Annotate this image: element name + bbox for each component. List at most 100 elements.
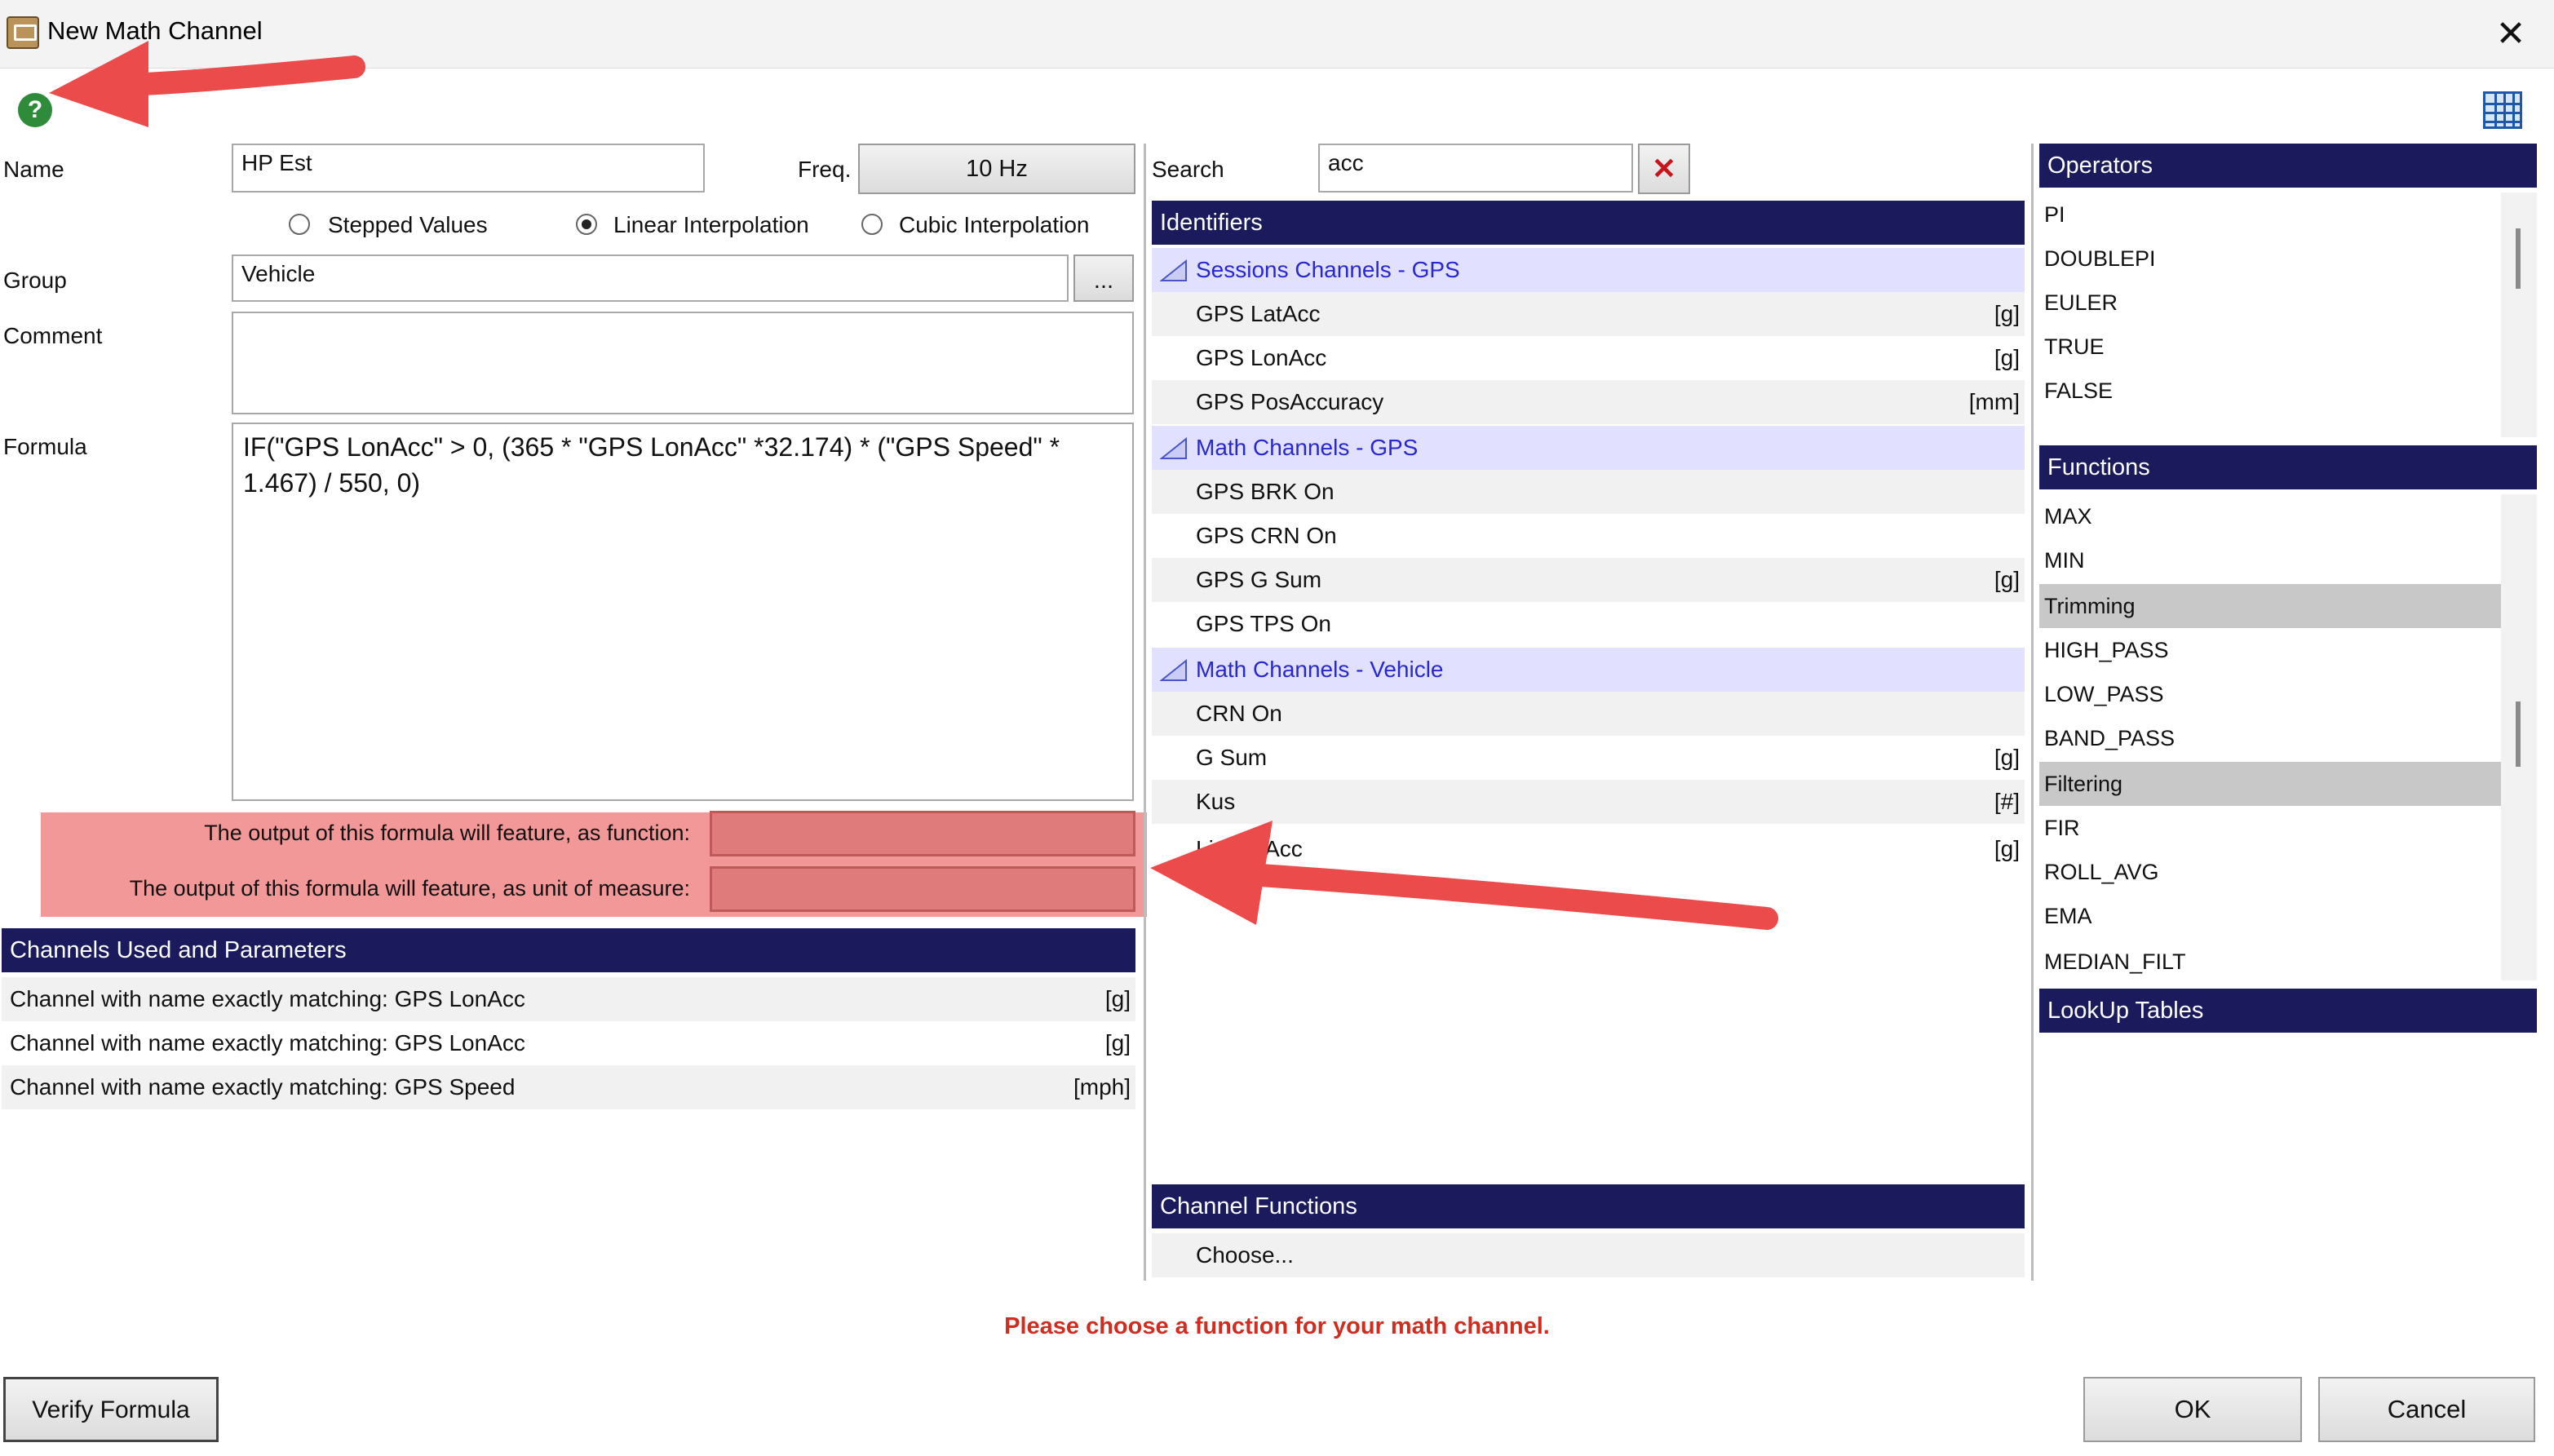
group-label: Group bbox=[3, 268, 67, 293]
operator-item[interactable]: DOUBLEPI bbox=[2039, 237, 2501, 281]
close-icon[interactable]: ✕ bbox=[2486, 11, 2535, 57]
identifier-unit: [#] bbox=[1994, 789, 2020, 814]
linear-interpolation-radio[interactable] bbox=[576, 214, 597, 235]
formula-field[interactable]: IF("GPS LonAcc" > 0, (365 * "GPS LonAcc"… bbox=[232, 423, 1134, 801]
function-item[interactable]: MAX bbox=[2039, 494, 2501, 538]
channels-used-row: Channel with name exactly matching: GPS … bbox=[2, 1065, 1135, 1109]
identifier-item[interactable]: GPS TPS On bbox=[1152, 602, 2025, 646]
divider bbox=[2031, 144, 2034, 1281]
function-item[interactable]: MIN bbox=[2039, 538, 2501, 582]
operator-item[interactable]: PI bbox=[2039, 193, 2501, 237]
freq-button[interactable]: 10 Hz bbox=[858, 144, 1135, 194]
divider bbox=[1144, 144, 1146, 1281]
stepped-values-label: Stepped Values bbox=[328, 212, 488, 237]
cancel-button[interactable]: Cancel bbox=[2318, 1377, 2535, 1442]
operators-scroll-thumb[interactable] bbox=[2516, 228, 2521, 289]
ok-button[interactable]: OK bbox=[2083, 1377, 2302, 1442]
identifier-label: GPS TPS On bbox=[1196, 611, 1331, 636]
cubic-interpolation-radio[interactable] bbox=[861, 214, 883, 235]
identifier-item[interactable]: GPS LatAcc [g] bbox=[1152, 292, 2025, 336]
identifier-item[interactable]: G Sum [g] bbox=[1152, 736, 2025, 780]
search-input[interactable]: acc bbox=[1318, 144, 1633, 193]
function-item[interactable]: HIGH_PASS bbox=[2039, 628, 2501, 672]
function-category[interactable]: Trimming bbox=[2039, 584, 2501, 628]
operator-item[interactable]: FALSE bbox=[2039, 369, 2501, 413]
status-message: Please choose a function for your math c… bbox=[1004, 1313, 1550, 1339]
identifier-label: GPS LonAcc bbox=[1196, 345, 1327, 370]
verify-formula-button[interactable]: Verify Formula bbox=[3, 1377, 219, 1442]
function-item[interactable]: ROLL_AVG bbox=[2039, 850, 2501, 894]
function-item[interactable]: LOW_PASS bbox=[2039, 672, 2501, 716]
identifier-item[interactable]: GPS LonAcc [g] bbox=[1152, 336, 2025, 380]
channels-used-unit: [g] bbox=[1104, 986, 1131, 1011]
comment-field[interactable] bbox=[232, 312, 1134, 414]
function-category[interactable]: Filtering bbox=[2039, 762, 2501, 806]
channels-used-text: Channel with name exactly matching: GPS … bbox=[10, 1030, 525, 1055]
identifier-item[interactable]: CRN On bbox=[1152, 692, 2025, 736]
functions-scroll-thumb[interactable] bbox=[2516, 701, 2521, 767]
identifier-item[interactable]: GPS CRN On bbox=[1152, 514, 2025, 558]
table-grid-icon[interactable] bbox=[2483, 91, 2522, 129]
identifier-unit: [g] bbox=[1994, 301, 2020, 326]
lookup-tables-header[interactable]: LookUp Tables bbox=[2039, 989, 2537, 1033]
identifier-unit: [g] bbox=[1994, 745, 2020, 770]
output-function-label: The output of this formula will feature,… bbox=[204, 821, 690, 845]
title-bar bbox=[0, 0, 2554, 69]
function-item[interactable]: EMA bbox=[2039, 894, 2501, 938]
function-item[interactable]: BAND_PASS bbox=[2039, 716, 2501, 760]
identifier-group-label: Math Channels - GPS bbox=[1196, 435, 1419, 460]
group-browse-button[interactable]: ... bbox=[1073, 254, 1134, 302]
help-icon[interactable]: ? bbox=[18, 93, 52, 127]
channels-used-text: Channel with name exactly matching: GPS … bbox=[10, 986, 525, 1011]
identifier-label: GPS LatAcc bbox=[1196, 301, 1321, 326]
stepped-values-radio[interactable] bbox=[289, 214, 310, 235]
function-item[interactable]: MEDIAN_FILT bbox=[2039, 940, 2501, 984]
channels-used-unit: [g] bbox=[1104, 1030, 1131, 1055]
identifier-label: GPS BRK On bbox=[1196, 479, 1335, 504]
identifier-item[interactable]: Kus [#] bbox=[1152, 780, 2025, 824]
identifier-item[interactable]: GPS PosAccuracy [mm] bbox=[1152, 380, 2025, 424]
identifier-group[interactable]: Sessions Channels - GPS bbox=[1152, 248, 2025, 292]
channel-functions-choose[interactable]: Choose... bbox=[1152, 1233, 2025, 1277]
identifier-item[interactable]: GPS BRK On bbox=[1152, 470, 2025, 514]
name-label: Name bbox=[3, 157, 64, 182]
identifier-label: GPS CRN On bbox=[1196, 523, 1337, 548]
channels-used-header: Channels Used and Parameters bbox=[2, 928, 1135, 972]
identifiers-header: Identifiers bbox=[1152, 201, 2025, 245]
identifier-unit: [g] bbox=[1994, 836, 2020, 861]
identifier-label: Kus bbox=[1196, 789, 1236, 814]
clear-search-icon[interactable]: ✕ bbox=[1638, 144, 1690, 194]
group-triangle-icon bbox=[1160, 437, 1187, 459]
operator-item[interactable]: TRUE bbox=[2039, 325, 2501, 369]
name-field[interactable]: HP Est bbox=[232, 144, 705, 193]
identifier-label: G Sum bbox=[1196, 745, 1268, 770]
window-title: New Math Channel bbox=[47, 16, 263, 45]
identifier-label: GPS PosAccuracy bbox=[1196, 389, 1384, 414]
channels-used-unit: [mph] bbox=[1073, 1074, 1131, 1100]
function-item[interactable]: FIR bbox=[2039, 806, 2501, 850]
output-function-field[interactable] bbox=[710, 811, 1135, 856]
app-icon bbox=[7, 16, 39, 49]
linear-interpolation-label: Linear Interpolation bbox=[613, 212, 809, 237]
cubic-interpolation-label: Cubic Interpolation bbox=[899, 212, 1090, 237]
identifier-group[interactable]: Math Channels - GPS bbox=[1152, 426, 2025, 470]
identifier-group-label: Math Channels - Vehicle bbox=[1196, 657, 1444, 682]
search-label: Search bbox=[1152, 157, 1224, 182]
identifier-unit: [mm] bbox=[1968, 389, 2020, 414]
channels-used-row: Channel with name exactly matching: GPS … bbox=[2, 977, 1135, 1021]
operators-header: Operators bbox=[2039, 144, 2537, 188]
identifier-item[interactable]: GPS G Sum [g] bbox=[1152, 558, 2025, 602]
freq-label: Freq. bbox=[798, 157, 852, 182]
formula-label: Formula bbox=[3, 434, 87, 459]
identifier-item[interactable]: Linear Acc [g] bbox=[1152, 827, 2025, 871]
functions-header: Functions bbox=[2039, 445, 2537, 489]
group-triangle-icon bbox=[1160, 659, 1187, 681]
identifier-group[interactable]: Math Channels - Vehicle bbox=[1152, 648, 2025, 692]
output-unit-label: The output of this formula will feature,… bbox=[129, 876, 690, 901]
channel-functions-header: Channel Functions bbox=[1152, 1184, 2025, 1228]
output-unit-field[interactable] bbox=[710, 866, 1135, 912]
identifier-label: Linear Acc bbox=[1196, 836, 1303, 861]
identifier-label: GPS G Sum bbox=[1196, 567, 1322, 592]
operator-item[interactable]: EULER bbox=[2039, 281, 2501, 325]
group-field[interactable]: Vehicle bbox=[232, 254, 1069, 302]
